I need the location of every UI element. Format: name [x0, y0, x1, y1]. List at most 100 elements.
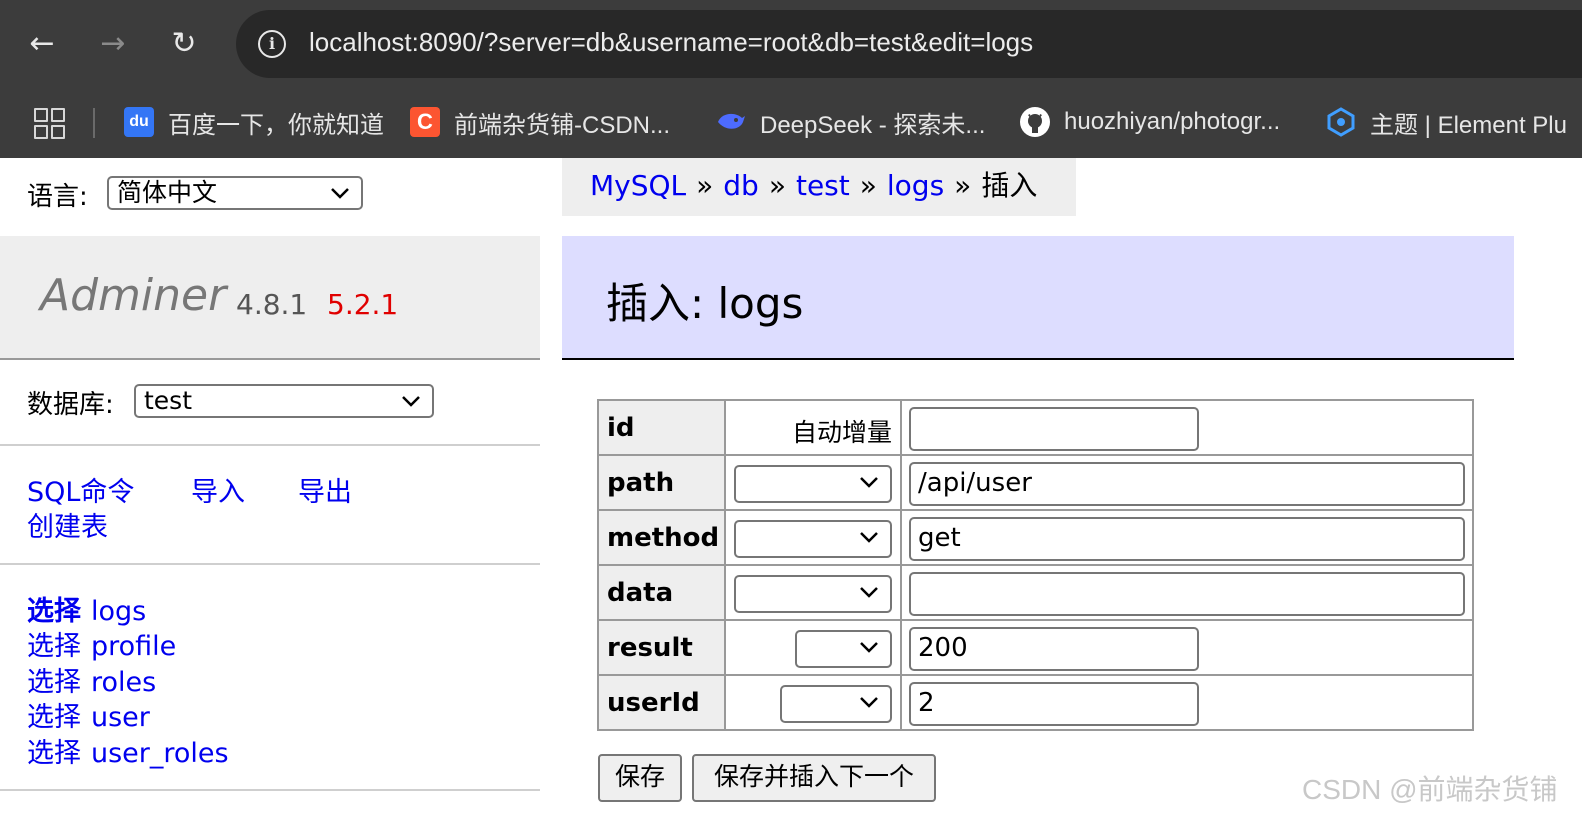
address-bar[interactable]: i localhost:8090/?server=db&username=roo…: [236, 10, 1582, 78]
chevron-down-icon: [860, 642, 878, 653]
breadcrumb-separator: »: [768, 169, 786, 202]
select-link[interactable]: 选择: [27, 596, 81, 627]
table-link-roles[interactable]: 选择 roles: [27, 660, 156, 699]
field-name: data: [597, 564, 726, 621]
result-input[interactable]: 200: [909, 627, 1199, 671]
site-info-icon[interactable]: i: [258, 30, 286, 58]
breadcrumb-server[interactable]: db: [723, 169, 759, 202]
field-name: userId: [597, 674, 726, 731]
id-input[interactable]: [909, 407, 1199, 451]
sql-command-link[interactable]: SQL命令: [27, 470, 134, 509]
export-link[interactable]: 导出: [298, 470, 352, 509]
table-row: data: [597, 564, 1474, 621]
path-input[interactable]: /api/user: [909, 462, 1465, 506]
auto-increment-label: 自动增量: [791, 418, 892, 447]
forward-icon[interactable]: →: [95, 26, 131, 62]
save-button[interactable]: 保存: [598, 754, 682, 802]
data-function-select[interactable]: [734, 575, 892, 613]
userid-function-select[interactable]: [780, 685, 892, 723]
adminer-logo[interactable]: Adminer: [40, 270, 226, 321]
breadcrumb-separator: »: [954, 169, 972, 202]
table-name[interactable]: user_roles: [91, 738, 229, 769]
function-cell: [724, 564, 902, 621]
chevron-down-icon: [860, 587, 878, 598]
select-link[interactable]: 选择: [27, 738, 81, 769]
table-row: id 自动增量: [597, 399, 1474, 456]
sidebar-divider: [0, 444, 540, 446]
language-label: 语言:: [27, 182, 88, 212]
path-function-select[interactable]: [734, 465, 892, 503]
browser-toolbar: ← → ↻ i localhost:8090/?server=db&userna…: [0, 0, 1582, 158]
select-link[interactable]: 选择: [27, 631, 81, 662]
github-icon: [1020, 107, 1050, 137]
breadcrumb-current: 插入: [981, 169, 1038, 202]
breadcrumb-separator: »: [859, 169, 877, 202]
value-cell: /api/user: [900, 454, 1474, 511]
data-input[interactable]: [909, 572, 1465, 616]
breadcrumb-table[interactable]: logs: [887, 169, 944, 202]
table-name[interactable]: roles: [91, 667, 156, 698]
table-link-user[interactable]: 选择 user: [27, 695, 150, 734]
url-text[interactable]: localhost:8090/?server=db&username=root&…: [309, 27, 1033, 58]
table-row: result 200: [597, 619, 1474, 676]
edit-form-table: id 自动增量 path /api/user method get data r…: [597, 399, 1474, 731]
sidebar-divider: [0, 789, 540, 791]
breadcrumb: MySQL » db » test » logs » 插入: [562, 158, 1076, 216]
element-plus-icon: [1326, 107, 1356, 137]
function-cell: [724, 674, 902, 731]
bookmark-label: 百度一下，你就知道: [168, 111, 384, 139]
chevron-down-icon: [860, 477, 878, 488]
new-version-link[interactable]: 5.2.1: [327, 288, 398, 321]
table-name[interactable]: user: [91, 702, 150, 733]
bookmark-element-plus[interactable]: 主题 | Element Plu: [1326, 102, 1567, 142]
table-name[interactable]: profile: [91, 631, 176, 662]
bookmark-label: huozhiyan/photogr...: [1064, 108, 1281, 135]
language-select[interactable]: 简体中文: [107, 176, 363, 210]
language-select-value: 简体中文: [117, 178, 218, 207]
import-link[interactable]: 导入: [191, 470, 245, 509]
baidu-icon: du: [124, 107, 154, 137]
method-input[interactable]: get: [909, 517, 1465, 561]
chevron-down-icon: [331, 188, 349, 199]
value-cell: [900, 564, 1474, 621]
bookmark-deepseek[interactable]: DeepSeek - 探索未...: [716, 102, 985, 142]
function-cell: [724, 509, 902, 566]
userid-input[interactable]: 2: [909, 682, 1199, 726]
csdn-icon: C: [410, 107, 440, 137]
watermark: CSDN @前端杂货铺: [1302, 774, 1558, 805]
select-link[interactable]: 选择: [27, 702, 81, 733]
save-and-insert-next-button[interactable]: 保存并插入下一个: [692, 754, 936, 802]
value-cell: 200: [900, 619, 1474, 676]
table-link-profile[interactable]: 选择 profile: [27, 624, 176, 663]
create-table-link[interactable]: 创建表: [27, 505, 108, 544]
database-select[interactable]: test: [134, 384, 434, 418]
breadcrumb-database[interactable]: test: [796, 169, 850, 202]
table-row: path /api/user: [597, 454, 1474, 511]
chevron-down-icon: [402, 396, 420, 407]
table-link-logs[interactable]: 选择 logs: [27, 589, 146, 628]
field-name: id: [597, 399, 726, 456]
reload-icon[interactable]: ↻: [166, 26, 202, 62]
database-label: 数据库:: [27, 390, 114, 420]
apps-grid-icon[interactable]: [34, 108, 66, 140]
bookmark-csdn[interactable]: C 前端杂货铺-CSDN...: [410, 102, 670, 142]
method-function-select[interactable]: [734, 520, 892, 558]
function-cell: [724, 454, 902, 511]
field-name: method: [597, 509, 726, 566]
adminer-logo-box: Adminer 4.8.1 5.2.1: [0, 236, 540, 360]
select-link[interactable]: 选择: [27, 667, 81, 698]
adminer-version: 4.8.1: [236, 288, 308, 321]
table-row: userId 2: [597, 674, 1474, 731]
chevron-down-icon: [860, 532, 878, 543]
table-link-user-roles[interactable]: 选择 user_roles: [27, 731, 229, 770]
value-cell: 2: [900, 674, 1474, 731]
table-name[interactable]: logs: [91, 596, 146, 627]
page-title: 插入: logs: [606, 279, 804, 328]
value-cell: get: [900, 509, 1474, 566]
bookmark-baidu[interactable]: du 百度一下，你就知道: [124, 102, 384, 142]
database-select-value: test: [144, 386, 193, 415]
back-icon[interactable]: ←: [24, 26, 60, 62]
breadcrumb-mysql[interactable]: MySQL: [590, 169, 686, 202]
bookmark-github[interactable]: huozhiyan/photogr...: [1020, 102, 1280, 142]
result-function-select[interactable]: [795, 630, 892, 668]
